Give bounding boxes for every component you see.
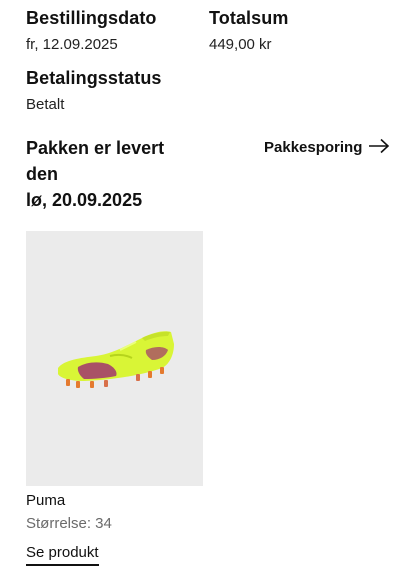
total-label: Totalsum [209,8,289,28]
product-size: Størrelse: 34 [26,515,112,532]
delivery-date: lø, 20.09.2025 [26,190,143,210]
football-boot-image [57,330,174,388]
order-date-label: Bestillingsdato [26,8,157,28]
delivery-status-line: den [26,164,59,184]
package-tracking-link[interactable]: Pakkesporing [264,137,390,159]
total-value: 449,00 kr [209,36,272,53]
package-tracking-label: Pakkesporing [264,139,363,156]
delivery-status-line: Pakken er levert [26,138,165,158]
order-date-value: fr, 12.09.2025 [26,36,118,53]
payment-status-value: Betalt [26,96,65,113]
see-product-link[interactable]: Se produkt [26,543,99,566]
arrow-right-icon [368,138,390,159]
delivery-status: Pakken er levert den lø, 20.09.2025 [26,135,201,213]
product-brand: Puma [26,492,66,509]
payment-status-label: Betalingsstatus [26,68,162,88]
product-image[interactable] [26,231,203,486]
